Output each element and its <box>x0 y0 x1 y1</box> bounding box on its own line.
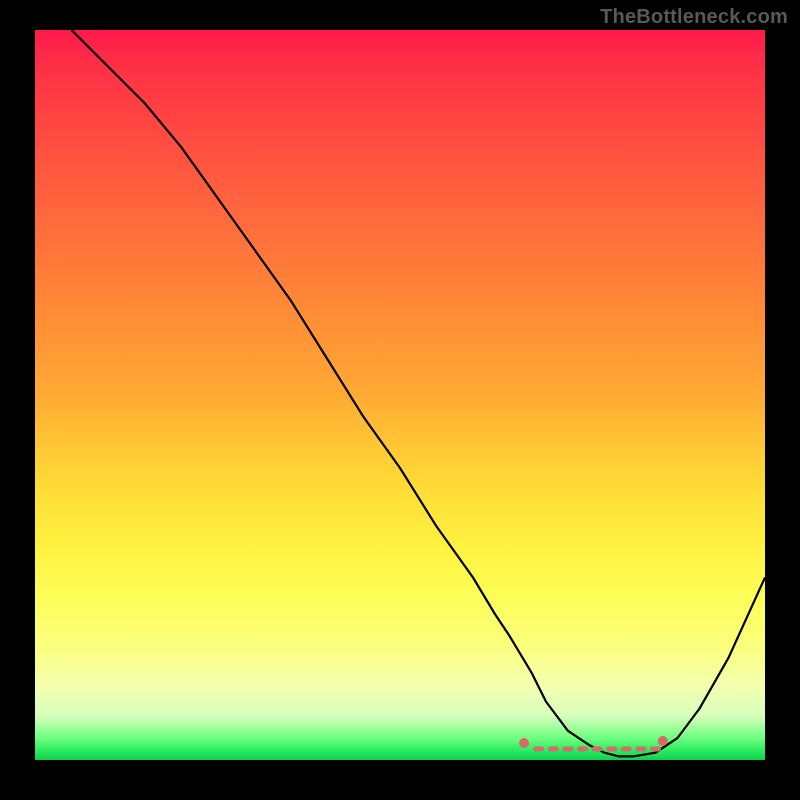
optimal-end-dot <box>658 736 668 746</box>
chart-root: TheBottleneck.com <box>0 0 800 800</box>
watermark-text: TheBottleneck.com <box>600 6 788 29</box>
plot-area <box>35 30 765 760</box>
optimal-start-dot <box>519 738 529 748</box>
optimal-marker-cluster <box>519 736 668 749</box>
bottleneck-curve <box>72 30 766 756</box>
curve-overlay <box>35 30 765 760</box>
